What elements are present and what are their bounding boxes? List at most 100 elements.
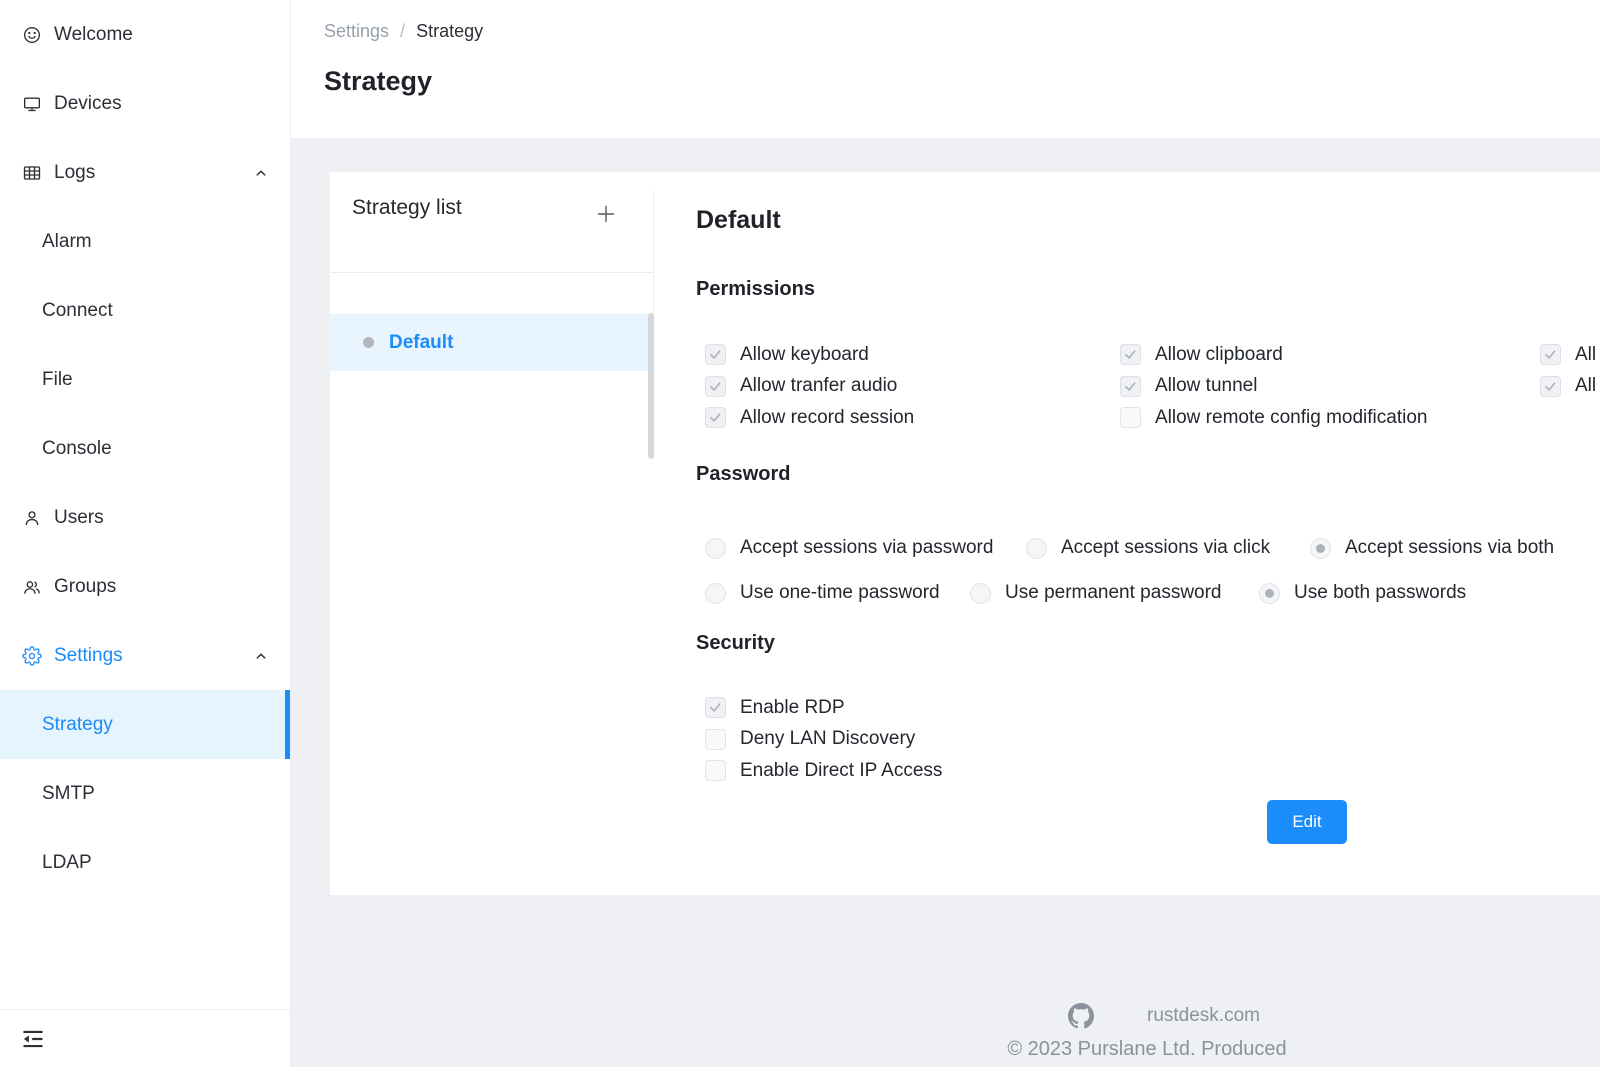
sidebar: Welcome Devices Logs Alarm Connect File xyxy=(0,0,291,1067)
breadcrumb-separator: / xyxy=(400,21,405,42)
option-label: Accept sessions via password xyxy=(740,537,993,559)
chevron-up-icon xyxy=(252,647,270,665)
checkbox[interactable] xyxy=(1120,344,1141,365)
option-deny-lan-discovery: Deny LAN Discovery xyxy=(705,724,942,756)
option-truncated: All xyxy=(1540,371,1600,403)
content-area: Strategy list Default Default Permission… xyxy=(291,138,1600,1067)
radio[interactable] xyxy=(1026,538,1047,559)
sidebar-item-smtp[interactable]: SMTP xyxy=(0,759,290,828)
sidebar-item-users[interactable]: Users xyxy=(0,483,290,552)
table-icon xyxy=(22,163,42,183)
collapse-sidebar-button[interactable] xyxy=(20,1026,46,1052)
page-title: Strategy xyxy=(324,66,432,97)
edit-button[interactable]: Edit xyxy=(1267,800,1347,844)
option-label: Use both passwords xyxy=(1294,582,1466,604)
radio[interactable] xyxy=(705,583,726,604)
option-truncated: All xyxy=(1540,339,1600,371)
monitor-icon xyxy=(22,94,42,114)
sidebar-item-console[interactable]: Console xyxy=(0,414,290,483)
option-label: Allow clipboard xyxy=(1155,344,1283,366)
sidebar-item-file[interactable]: File xyxy=(0,345,290,414)
option-allow-clipboard: Allow clipboard xyxy=(1120,339,1540,371)
radio[interactable] xyxy=(1310,538,1331,559)
option-label: All xyxy=(1575,344,1596,366)
checkbox[interactable] xyxy=(705,729,726,750)
github-icon xyxy=(1068,1003,1094,1029)
checkbox[interactable] xyxy=(705,760,726,781)
sidebar-item-welcome[interactable]: Welcome xyxy=(0,0,290,69)
add-strategy-button[interactable] xyxy=(591,199,621,229)
sidebar-item-label: Strategy xyxy=(42,714,270,736)
strategy-list-item-default[interactable]: Default xyxy=(330,314,650,371)
fold-icon xyxy=(20,1026,46,1052)
checkbox[interactable] xyxy=(705,344,726,365)
sidebar-item-label: Console xyxy=(42,438,270,460)
sidebar-item-label: Users xyxy=(54,507,270,529)
sidebar-item-settings[interactable]: Settings xyxy=(0,621,290,690)
smiley-icon xyxy=(22,25,42,45)
sidebar-item-devices[interactable]: Devices xyxy=(0,69,290,138)
chevron-up-icon xyxy=(252,164,270,182)
option-enable-rdp: Enable RDP xyxy=(705,692,942,724)
sidebar-item-label: Settings xyxy=(54,645,252,667)
option-accept-via-both: Accept sessions via both xyxy=(1310,532,1600,564)
rustdesk-link[interactable]: rustdesk.com xyxy=(1147,1005,1260,1027)
strategy-item-label: Default xyxy=(389,332,453,354)
checkbox[interactable] xyxy=(1120,407,1141,428)
checkbox[interactable] xyxy=(705,376,726,397)
strategy-card: Strategy list Default Default Permission… xyxy=(330,172,1600,895)
option-both-passwords: Use both passwords xyxy=(1259,577,1600,609)
radio[interactable] xyxy=(1259,583,1280,604)
option-label: Allow tranfer audio xyxy=(740,375,897,397)
strategy-detail-title: Default xyxy=(696,206,781,235)
security-options: Enable RDP Deny LAN Discovery Enable Dir… xyxy=(705,692,942,787)
option-label: Allow keyboard xyxy=(740,344,869,366)
github-link[interactable] xyxy=(1068,1003,1094,1029)
password-section-title: Password xyxy=(696,463,790,486)
sidebar-item-label: Logs xyxy=(54,162,252,184)
checkbox[interactable] xyxy=(705,407,726,428)
option-allow-keyboard: Allow keyboard xyxy=(705,339,1120,371)
sidebar-footer xyxy=(0,1009,290,1067)
option-allow-remote-config: Allow remote config modification xyxy=(1120,402,1540,434)
breadcrumb-settings[interactable]: Settings xyxy=(324,21,389,42)
sidebar-item-ldap[interactable]: LDAP xyxy=(0,828,290,897)
bullet-dot-icon xyxy=(363,337,374,348)
sidebar-item-groups[interactable]: Groups xyxy=(0,552,290,621)
option-permanent-password: Use permanent password xyxy=(970,577,1259,609)
permissions-section-title: Permissions xyxy=(696,278,815,301)
option-label: Enable Direct IP Access xyxy=(740,760,942,782)
option-label: All xyxy=(1575,375,1596,397)
checkbox[interactable] xyxy=(1120,376,1141,397)
sidebar-item-label: File xyxy=(42,369,270,391)
password-type-options: Use one-time password Use permanent pass… xyxy=(705,577,1600,609)
list-scrollbar-thumb[interactable] xyxy=(648,313,654,459)
sidebar-item-alarm[interactable]: Alarm xyxy=(0,207,290,276)
group-icon xyxy=(22,577,42,597)
sidebar-item-label: Groups xyxy=(54,576,270,598)
sidebar-item-label: Welcome xyxy=(54,24,270,46)
copyright-text: © 2023 Purslane Ltd. Produced xyxy=(847,1038,1447,1061)
option-label: Allow record session xyxy=(740,407,914,429)
user-icon xyxy=(22,508,42,528)
option-allow-transfer-audio: Allow tranfer audio xyxy=(705,371,1120,403)
checkbox[interactable] xyxy=(705,697,726,718)
sidebar-item-label: LDAP xyxy=(42,852,270,874)
checkbox[interactable] xyxy=(1540,344,1561,365)
sidebar-item-connect[interactable]: Connect xyxy=(0,276,290,345)
sidebar-item-strategy[interactable]: Strategy xyxy=(0,690,290,759)
strategy-list-title: Strategy list xyxy=(352,196,462,220)
plus-icon xyxy=(594,202,618,226)
radio[interactable] xyxy=(970,583,991,604)
active-indicator-bar xyxy=(285,690,290,759)
checkbox[interactable] xyxy=(1540,376,1561,397)
breadcrumb: Settings / Strategy xyxy=(324,21,483,42)
option-enable-direct-ip: Enable Direct IP Access xyxy=(705,755,942,787)
sidebar-item-label: SMTP xyxy=(42,783,270,805)
option-label: Accept sessions via click xyxy=(1061,537,1270,559)
radio[interactable] xyxy=(705,538,726,559)
option-label: Use permanent password xyxy=(1005,582,1222,604)
security-section-title: Security xyxy=(696,632,775,655)
sidebar-item-logs[interactable]: Logs xyxy=(0,138,290,207)
option-allow-record-session: Allow record session xyxy=(705,402,1120,434)
